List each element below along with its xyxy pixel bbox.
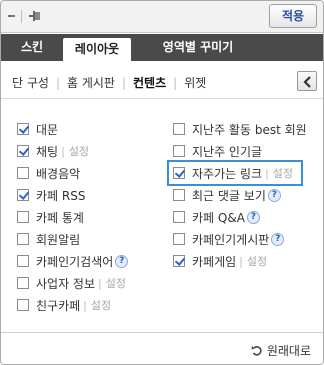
checkbox[interactable] xyxy=(173,167,185,179)
option-label: 카페게임 xyxy=(192,254,237,269)
setting-divider: | xyxy=(61,144,65,158)
tab-bar: 스킨 레이아웃 영역별 꾸미기 xyxy=(1,34,323,63)
setting-divider: | xyxy=(83,298,87,312)
option-item: 카페인기게시판 ? xyxy=(173,228,307,250)
left-options-column: 대문 채팅 | 설정 배경음악 카페 RSS 카페 통계 회원알림 카페인기검색… xyxy=(17,118,129,316)
option-label: 지난주 인기글 xyxy=(192,144,263,159)
right-options-column: 지난주 활동 best 회원 지난주 인기글 자주가는 링크 | 설정 최근 댓… xyxy=(167,118,307,272)
restore-default-label: 원래대로 xyxy=(266,344,311,358)
top-bar: 적용 xyxy=(1,1,323,33)
tab-skin[interactable]: 스킨 xyxy=(15,34,49,61)
option-label: 대문 xyxy=(36,122,59,137)
option-item-highlighted: 자주가는 링크 | 설정 xyxy=(167,160,307,186)
tab-area-decoration[interactable]: 영역별 꾸미기 xyxy=(145,34,251,61)
checkbox[interactable] xyxy=(17,299,29,311)
checkbox[interactable] xyxy=(173,233,185,245)
prev-arrow-button[interactable] xyxy=(297,71,317,91)
submenu-separator: | xyxy=(121,75,127,90)
apply-button[interactable]: 적용 xyxy=(269,4,317,28)
checkbox[interactable] xyxy=(17,233,29,245)
option-label: 지난주 활동 best 회원 xyxy=(192,122,307,137)
sub-menu: 단 구성 | 홈 게시판 | 컨텐츠 | 위젯 xyxy=(1,65,323,99)
checkbox[interactable] xyxy=(17,211,29,223)
layout-settings-panel: 적용 스킨 레이아웃 영역별 꾸미기 단 구성 | 홈 게시판 | 컨텐츠 | … xyxy=(0,0,324,365)
option-label: 친구카페 xyxy=(36,298,81,313)
option-label: 카페 통계 xyxy=(36,210,84,225)
option-item: 사업자 정보 | 설정 xyxy=(17,272,128,294)
setting-link[interactable]: 설정 xyxy=(69,143,89,159)
undo-icon xyxy=(251,345,262,356)
checkbox[interactable] xyxy=(173,189,185,201)
option-label: 카페인기게시판 xyxy=(192,232,270,247)
help-icon[interactable]: ? xyxy=(115,254,129,268)
submenu-home-board[interactable]: 홈 게시판 xyxy=(67,74,115,91)
checkbox[interactable] xyxy=(17,277,29,289)
option-label: 최근 댓글 보기 xyxy=(192,188,266,203)
option-item: 카페인기검색어 ? xyxy=(17,250,129,272)
option-label: 채팅 xyxy=(36,144,59,159)
option-label: 회원알림 xyxy=(36,232,81,247)
footer-bar: 원래대로 xyxy=(1,332,323,364)
contents-options: 대문 채팅 | 설정 배경음악 카페 RSS 카페 통계 회원알림 카페인기검색… xyxy=(1,100,323,332)
submenu-separator: | xyxy=(173,75,178,90)
option-label: 배경음악 xyxy=(36,166,81,181)
setting-divider: | xyxy=(239,254,243,268)
setting-divider: | xyxy=(98,276,102,290)
tab-layout[interactable]: 레이아웃 xyxy=(63,38,131,63)
tab-underline xyxy=(1,61,323,63)
checkbox[interactable] xyxy=(17,255,29,267)
option-label: 카페인기검색어 xyxy=(36,254,114,269)
help-icon[interactable]: ? xyxy=(246,210,260,224)
checkbox[interactable] xyxy=(173,145,185,157)
minimize-icon[interactable] xyxy=(8,15,15,17)
setting-link[interactable]: 설정 xyxy=(247,253,267,269)
option-item: 채팅 | 설정 xyxy=(17,140,128,162)
option-label: 카페 RSS xyxy=(36,188,86,203)
option-item: 카페게임 | 설정 xyxy=(173,250,307,272)
checkbox[interactable] xyxy=(17,189,29,201)
checkbox[interactable] xyxy=(17,167,29,179)
help-icon[interactable]: ? xyxy=(271,232,285,246)
option-item: 카페 통계 xyxy=(17,206,128,228)
restore-default-button[interactable]: 원래대로 xyxy=(251,342,311,359)
option-item: 지난주 활동 best 회원 xyxy=(173,118,307,140)
chevron-left-icon xyxy=(303,76,311,88)
option-item: 최근 댓글 보기 ? xyxy=(173,184,307,206)
pin-icon[interactable] xyxy=(28,9,42,23)
checkbox[interactable] xyxy=(17,145,29,157)
option-item: 카페 Q&A ? xyxy=(173,206,307,228)
checkbox[interactable] xyxy=(17,123,29,135)
highlight-box xyxy=(167,160,303,186)
option-item: 대문 xyxy=(17,118,128,140)
setting-link[interactable]: 설정 xyxy=(91,297,111,313)
option-item: 배경음악 xyxy=(17,162,128,184)
option-item: 지난주 인기글 xyxy=(173,140,307,162)
window-controls xyxy=(8,9,42,23)
option-label: 카페 Q&A xyxy=(192,210,245,225)
setting-link[interactable]: 설정 xyxy=(106,275,126,291)
submenu-separator: | xyxy=(55,75,60,90)
submenu-contents[interactable]: 컨텐츠 xyxy=(133,74,166,91)
checkbox[interactable] xyxy=(173,211,185,223)
option-item: 카페 RSS xyxy=(17,184,128,206)
divider xyxy=(21,9,22,23)
submenu-column-layout[interactable]: 단 구성 xyxy=(12,74,49,91)
option-label: 사업자 정보 xyxy=(36,276,96,291)
option-item: 회원알림 xyxy=(17,228,128,250)
checkbox[interactable] xyxy=(173,123,185,135)
option-item: 친구카페 | 설정 xyxy=(17,294,128,316)
help-icon[interactable]: ? xyxy=(267,188,281,202)
submenu-widget[interactable]: 위젯 xyxy=(184,74,206,91)
checkbox[interactable] xyxy=(173,255,185,267)
